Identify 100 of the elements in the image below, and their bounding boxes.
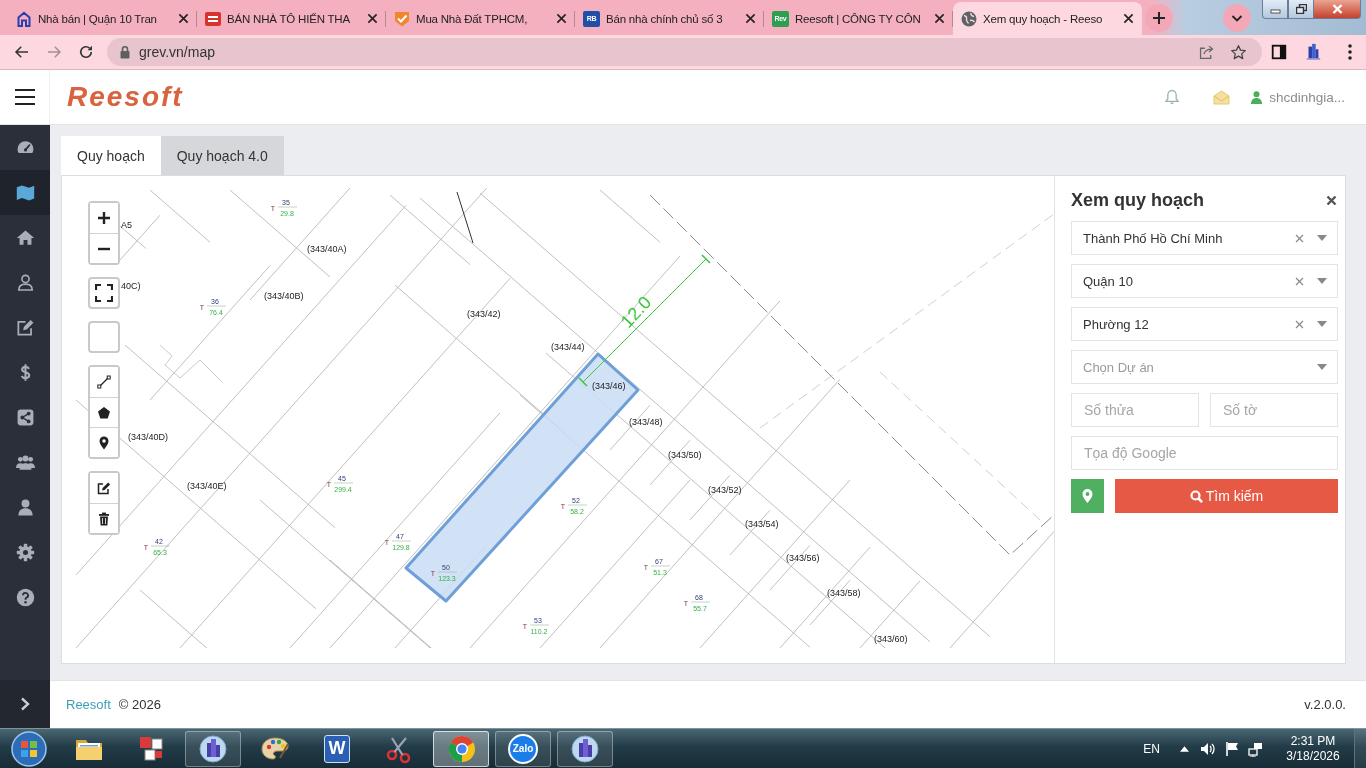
street-label: (343/54) <box>745 519 779 529</box>
tab-list-button[interactable] <box>1223 4 1251 32</box>
clear-icon[interactable] <box>1295 233 1304 243</box>
street-label: (343/40A) <box>307 244 347 254</box>
fullscreen-icon <box>95 284 113 302</box>
edit-icon <box>15 318 35 337</box>
street-label: (343/52) <box>708 485 742 495</box>
taskbar-button[interactable] <box>185 730 241 767</box>
browser-tab[interactable]: Xem quy hoạch - Reeso <box>953 2 1142 35</box>
reload-icon <box>77 43 95 61</box>
nav-item[interactable] <box>0 170 50 215</box>
search-icon <box>1189 489 1203 503</box>
coordinates-field[interactable]: Tọa độ Google <box>1071 436 1338 470</box>
forward-arrow-icon <box>45 43 63 61</box>
select-field[interactable]: Thành Phố Hồ Chí Minh <box>1071 221 1338 255</box>
window-close-button[interactable] <box>1314 0 1361 19</box>
street-label: (343/58) <box>827 588 861 598</box>
address-bar[interactable]: grev.vn/map <box>107 38 1262 66</box>
street-label: (343/44) <box>551 342 585 352</box>
street-label: (343/40E) <box>187 481 227 491</box>
url-text: grev.vn/map <box>139 44 215 60</box>
lock-icon <box>119 45 131 59</box>
pentagon-icon <box>97 405 111 420</box>
new-tab-button[interactable] <box>1145 4 1173 32</box>
language-indicator[interactable]: EN <box>1143 741 1160 756</box>
input-field[interactable]: Số thửa <box>1071 393 1199 427</box>
document-logo: W <box>324 734 350 763</box>
street-label: (343/60) <box>874 634 908 644</box>
taskbar-button[interactable]: Zalo <box>495 730 551 767</box>
user-icon <box>15 273 35 292</box>
menu-button[interactable] <box>13 88 36 106</box>
app-logo: Reesoft <box>67 81 184 113</box>
page-tab[interactable]: Quy hoạch <box>61 136 161 175</box>
expand-sidebar-button[interactable] <box>18 696 32 712</box>
select-field[interactable]: Quận 10 <box>1071 264 1338 298</box>
close-icon[interactable] <box>178 13 189 24</box>
input-field[interactable]: Số tờ <box>1210 393 1338 427</box>
badge-check-icon <box>394 10 410 27</box>
flag-icon[interactable] <box>1224 740 1240 757</box>
settings-icon <box>15 543 35 562</box>
caret-down-icon <box>1317 278 1327 284</box>
share-icon <box>1197 43 1215 61</box>
plus-icon <box>97 211 111 225</box>
menu-icon <box>13 88 36 106</box>
user-icon <box>1251 90 1263 104</box>
close-icon[interactable] <box>367 13 378 24</box>
restore-icon <box>1295 4 1307 14</box>
building-icon <box>1304 43 1322 61</box>
browser-tab[interactable]: BÁN NHÀ TÔ HIẾN THA <box>197 2 386 35</box>
plus-icon <box>1152 11 1166 25</box>
home-icon <box>15 228 35 247</box>
street-label: (343/48) <box>629 417 663 427</box>
close-icon[interactable] <box>556 13 567 24</box>
back-arrow-icon <box>13 43 31 61</box>
zoom-out-button[interactable] <box>90 233 118 263</box>
caret-down-icon <box>1317 235 1327 241</box>
version-text: v.2.0.0. <box>1304 697 1346 712</box>
globe-icon <box>961 10 977 27</box>
street-label: (343/56) <box>786 553 820 563</box>
side-panel-icon <box>1270 43 1288 61</box>
locate-button[interactable] <box>1071 479 1104 513</box>
browser-tab[interactable]: Nhà bán | Quận 10 Tran <box>8 2 197 35</box>
taskbar-button[interactable] <box>557 730 613 767</box>
clear-icon[interactable] <box>1295 319 1304 329</box>
street-label: (343/46) <box>592 381 626 391</box>
street-label: 40C) <box>121 281 141 291</box>
page-tab[interactable]: Quy hoạch 4.0 <box>160 136 284 175</box>
close-icon[interactable] <box>934 13 945 24</box>
close-panel-button[interactable] <box>1324 193 1338 207</box>
caret-down-icon <box>1317 364 1327 370</box>
search-button[interactable]: Tìm kiếm <box>1115 479 1338 513</box>
panel-title: Xem quy hoạch <box>1071 189 1205 211</box>
caret-down-icon <box>1317 321 1327 327</box>
house-icon <box>16 10 32 27</box>
clock-date[interactable]: 3/18/2026 <box>1286 748 1340 764</box>
orb-icon <box>10 729 48 768</box>
clear-icon[interactable] <box>1295 276 1304 286</box>
users-icon <box>15 453 35 472</box>
close-icon[interactable] <box>1123 13 1134 24</box>
select-field[interactable]: Phường 12 <box>1071 307 1338 341</box>
clock-time[interactable]: 2:31 PM <box>1290 733 1336 749</box>
street-label: (343/42) <box>467 309 501 319</box>
username[interactable]: shcdinhgia... <box>1269 89 1345 105</box>
add-marker-button[interactable] <box>90 427 118 457</box>
taskbar-button[interactable]: W <box>309 730 365 767</box>
restore-button[interactable] <box>1288 0 1314 19</box>
fullscreen-button[interactable] <box>88 277 120 309</box>
map-icon <box>15 183 35 202</box>
edit-icon <box>97 481 111 495</box>
delete-shapes-button[interactable] <box>90 503 118 533</box>
browser-tab[interactable]: Mua Nhà Đất TPHCM, <box>386 2 575 35</box>
chevron-right-icon <box>19 697 31 711</box>
show-desktop-button[interactable] <box>1354 728 1366 768</box>
network-icon[interactable] <box>1248 740 1264 757</box>
building-icon <box>570 733 600 764</box>
close-icon <box>1325 194 1337 206</box>
banner-icon <box>205 10 221 27</box>
map-pin-icon <box>97 435 111 450</box>
close-icon[interactable] <box>745 13 756 24</box>
kebab-menu-icon <box>1348 44 1352 60</box>
